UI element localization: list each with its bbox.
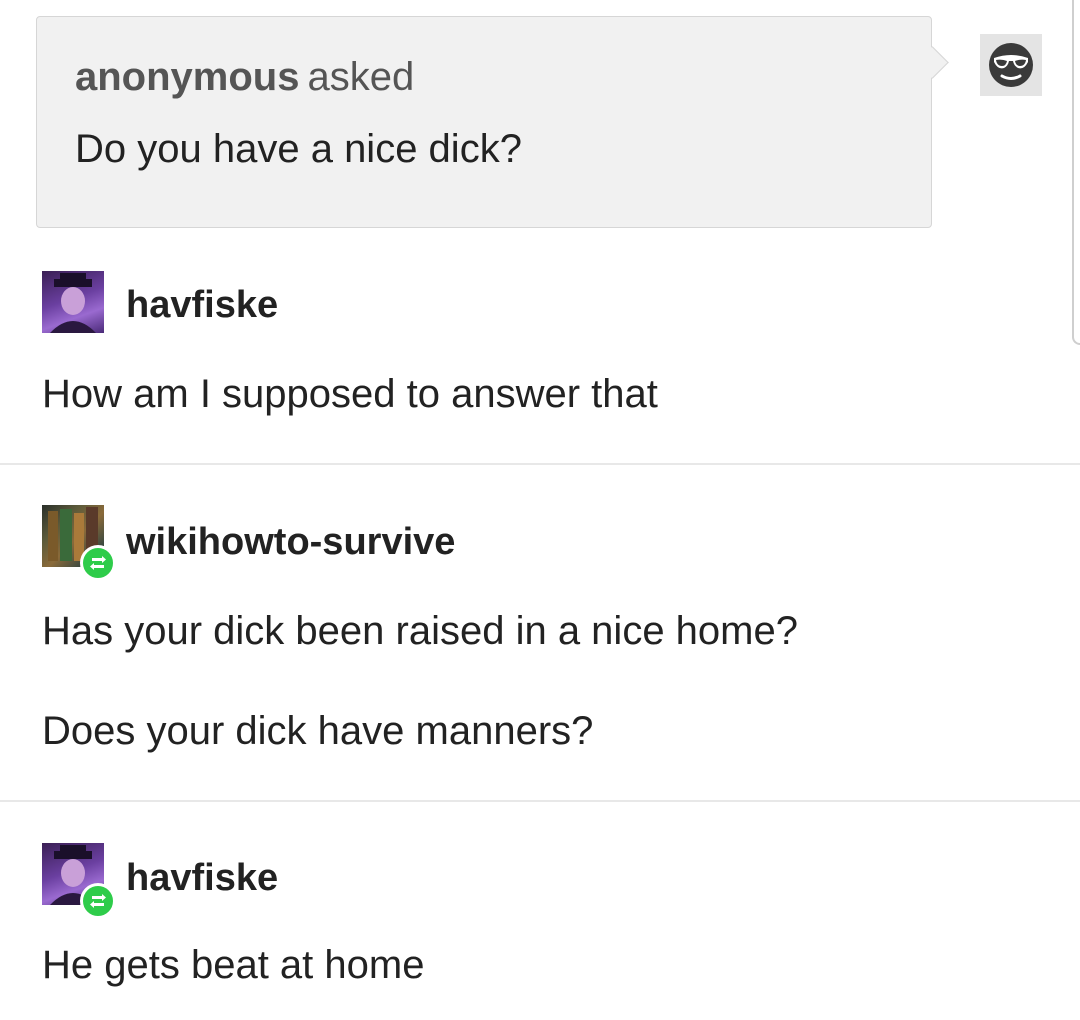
person-avatar-icon bbox=[50, 273, 96, 333]
divider bbox=[0, 800, 1080, 802]
post-paragraph: How am I supposed to answer that bbox=[42, 372, 658, 416]
asker-name[interactable]: anonymous bbox=[75, 55, 299, 99]
post-username[interactable]: havfiske bbox=[126, 284, 278, 327]
anonymous-avatar[interactable] bbox=[980, 34, 1042, 96]
reblog-icon bbox=[90, 556, 106, 570]
reblog-badge bbox=[80, 883, 116, 919]
post-username[interactable]: wikihowto-survive bbox=[126, 521, 455, 564]
ask-box: anonymous asked Do you have a nice dick? bbox=[36, 16, 932, 228]
reblog-icon bbox=[90, 894, 106, 908]
divider bbox=[0, 463, 1080, 465]
post-paragraph: He gets beat at home bbox=[42, 943, 425, 987]
scrollbar[interactable] bbox=[1072, 0, 1080, 345]
ask-question: Do you have a nice dick? bbox=[75, 127, 522, 171]
post-username[interactable]: havfiske bbox=[126, 857, 278, 900]
reblog-badge bbox=[80, 545, 116, 581]
post-paragraph: Does your dick have manners? bbox=[42, 709, 594, 753]
sunglasses-face-icon bbox=[989, 43, 1033, 87]
ask-header: anonymous asked bbox=[75, 55, 414, 100]
asked-label: asked bbox=[307, 55, 415, 99]
post-paragraph: Has your dick been raised in a nice home… bbox=[42, 609, 798, 653]
avatar[interactable] bbox=[42, 271, 104, 333]
